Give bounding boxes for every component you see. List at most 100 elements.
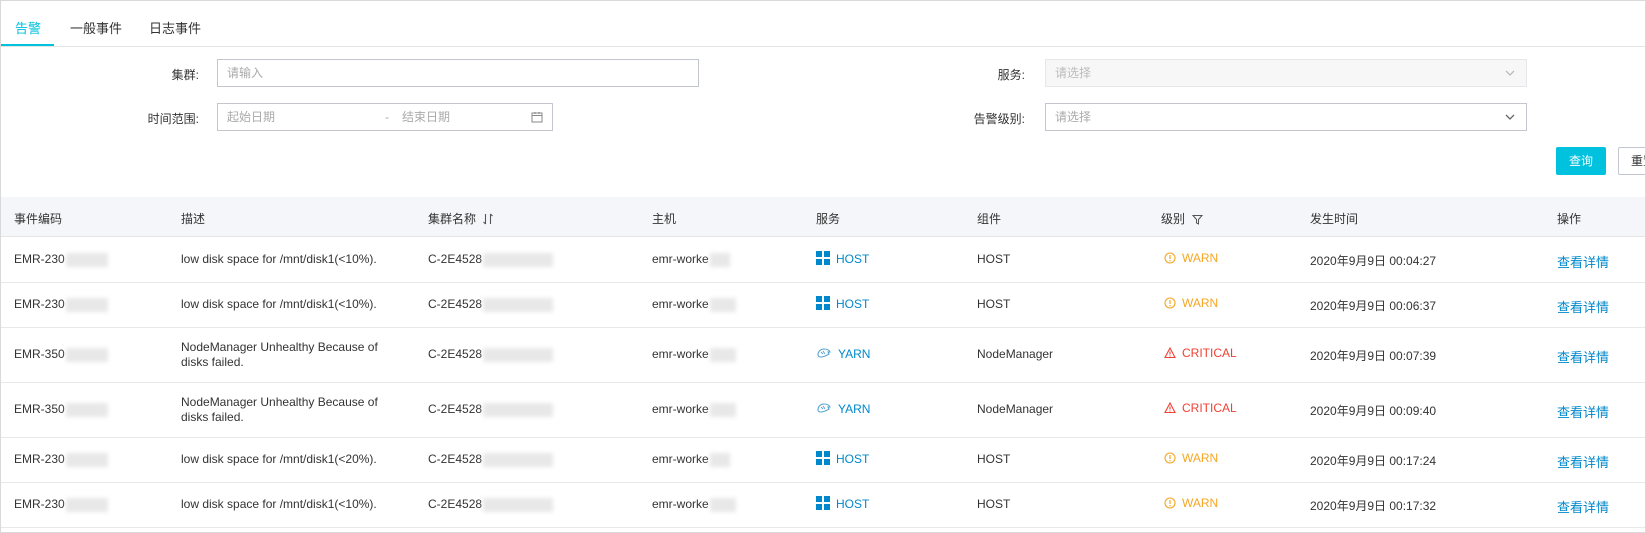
col-event-code: 事件编码	[14, 212, 63, 226]
warning-triangle-icon	[1164, 347, 1176, 359]
description: low disk space for /mnt/disk1(<10%).	[181, 252, 377, 266]
table-header: 事件编码 描述 集群名称 主机 服务 组件 级别 发生时间 操作	[1, 197, 1645, 237]
grid-icon	[816, 296, 830, 310]
table-row: EMR-350 NodeManager Unhealthy Because of…	[1, 383, 1645, 438]
description: low disk space for /mnt/disk1(<10%).	[181, 297, 377, 311]
col-service: 服务	[816, 212, 841, 226]
host-name: emr-worke	[652, 297, 736, 312]
level-critical: CRITICAL	[1164, 401, 1237, 415]
grid-icon	[816, 496, 830, 510]
host-name: emr-worke	[652, 497, 736, 512]
table-row: EMR-230 low disk space for /mnt/disk1(<1…	[1, 483, 1645, 528]
cluster-name: C-2E4528	[428, 497, 554, 512]
description: NodeManager Unhealthy Because of disks f…	[181, 395, 378, 424]
cluster-name: C-2E4528	[428, 402, 554, 417]
description: low disk space for /mnt/disk1(<20%).	[181, 452, 377, 466]
event-time: 2020年9月9日 00:17:32	[1310, 499, 1437, 513]
event-time: 2020年9月9日 00:06:37	[1310, 299, 1437, 313]
component: HOST	[977, 297, 1011, 311]
event-code: EMR-350	[14, 347, 108, 362]
info-circle-icon	[1164, 497, 1176, 509]
col-description: 描述	[181, 212, 206, 226]
yarn-icon	[817, 403, 831, 413]
level-warn: WARN	[1164, 296, 1218, 310]
calendar-icon	[531, 112, 543, 123]
event-time: 2020年9月9日 00:07:39	[1310, 349, 1437, 363]
alert-level-select[interactable]: 请选择	[1045, 103, 1527, 131]
query-button[interactable]: 查询	[1556, 147, 1606, 175]
host-name: emr-worke	[652, 252, 730, 267]
col-action: 操作	[1557, 212, 1582, 226]
end-date-placeholder[interactable]: 结束日期	[402, 104, 450, 130]
col-level[interactable]: 级别	[1161, 210, 1204, 227]
tab-log-events[interactable]: 日志事件	[149, 18, 201, 37]
event-time: 2020年9月9日 00:09:40	[1310, 404, 1437, 418]
event-code: EMR-350	[14, 402, 108, 417]
cluster-name: C-2E4528	[428, 297, 554, 312]
view-details-link[interactable]: 查看详情	[1557, 402, 1609, 421]
event-code: EMR-230	[14, 252, 108, 267]
component: HOST	[977, 452, 1011, 466]
col-cluster-name[interactable]: 集群名称	[428, 210, 494, 227]
service-yarn: YARN	[816, 401, 870, 416]
cluster-name: C-2E4528	[428, 252, 554, 267]
info-circle-icon	[1164, 297, 1176, 309]
service-host: HOST	[816, 496, 869, 511]
col-cluster-name-label: 集群名称	[428, 212, 477, 226]
table-row: EMR-350 NodeManager Unhealthy Because of…	[1, 328, 1645, 383]
grid-icon	[816, 251, 830, 265]
yarn-icon	[817, 348, 831, 358]
service-host: HOST	[816, 451, 869, 466]
view-details-link[interactable]: 查看详情	[1557, 452, 1609, 471]
tab-general-events[interactable]: 一般事件	[70, 18, 122, 37]
events-panel: 告警 一般事件 日志事件 集群: 请输入 服务: 请选择 时间范围: 起始日期 …	[0, 0, 1646, 533]
chevron-down-icon	[1505, 114, 1515, 120]
component: HOST	[977, 252, 1011, 266]
component: NodeManager	[977, 347, 1054, 361]
reset-button[interactable]: 重置	[1618, 147, 1645, 175]
event-time: 2020年9月9日 00:17:24	[1310, 454, 1437, 468]
sort-icon[interactable]	[482, 213, 494, 225]
info-circle-icon	[1164, 452, 1176, 464]
table-row: EMR-230 low disk space for /mnt/disk1(<1…	[1, 283, 1645, 328]
view-details-link[interactable]: 查看详情	[1557, 497, 1609, 516]
host-name: emr-worke	[652, 347, 736, 362]
cluster-input-placeholder: 请输入	[227, 66, 264, 80]
description: NodeManager Unhealthy Because of disks f…	[181, 340, 378, 369]
event-code: EMR-230	[14, 452, 108, 467]
event-code: EMR-230	[14, 297, 108, 312]
view-details-link[interactable]: 查看详情	[1557, 252, 1609, 271]
start-date-placeholder[interactable]: 起始日期	[227, 104, 275, 130]
level-warn: WARN	[1164, 496, 1218, 510]
service-yarn: YARN	[816, 346, 870, 361]
view-details-link[interactable]: 查看详情	[1557, 297, 1609, 316]
tab-alerts[interactable]: 告警	[15, 18, 41, 37]
service-select-placeholder: 请选择	[1055, 66, 1092, 80]
view-details-link[interactable]: 查看详情	[1557, 347, 1609, 366]
alert-level-label: 告警级别:	[973, 112, 1025, 126]
grid-icon	[816, 451, 830, 465]
chevron-down-icon	[1505, 70, 1515, 76]
col-time: 发生时间	[1310, 212, 1359, 226]
col-host: 主机	[652, 212, 677, 226]
event-time: 2020年9月9日 00:04:27	[1310, 254, 1437, 268]
table-row: EMR-230 low disk space for /mnt/disk1(<1…	[1, 238, 1645, 283]
date-range-picker[interactable]: 起始日期 - 结束日期	[217, 103, 553, 131]
table-row: EMR-230 low disk space for /mnt/disk1(<2…	[1, 438, 1645, 483]
host-name: emr-worke	[652, 452, 730, 467]
tab-bar: 告警 一般事件 日志事件	[1, 1, 1645, 47]
cluster-name: C-2E4528	[428, 452, 554, 467]
service-label: 服务:	[997, 68, 1025, 82]
service-host: HOST	[816, 296, 869, 311]
warning-triangle-icon	[1164, 402, 1176, 414]
cluster-name: C-2E4528	[428, 347, 554, 362]
info-circle-icon	[1164, 252, 1176, 264]
cluster-input[interactable]: 请输入	[217, 59, 699, 87]
filter-icon[interactable]	[1192, 214, 1204, 225]
level-warn: WARN	[1164, 451, 1218, 465]
event-code: EMR-230	[14, 497, 108, 512]
component: HOST	[977, 497, 1011, 511]
service-host: HOST	[816, 251, 869, 266]
active-tab-indicator	[1, 44, 54, 46]
service-select[interactable]: 请选择	[1045, 59, 1527, 87]
